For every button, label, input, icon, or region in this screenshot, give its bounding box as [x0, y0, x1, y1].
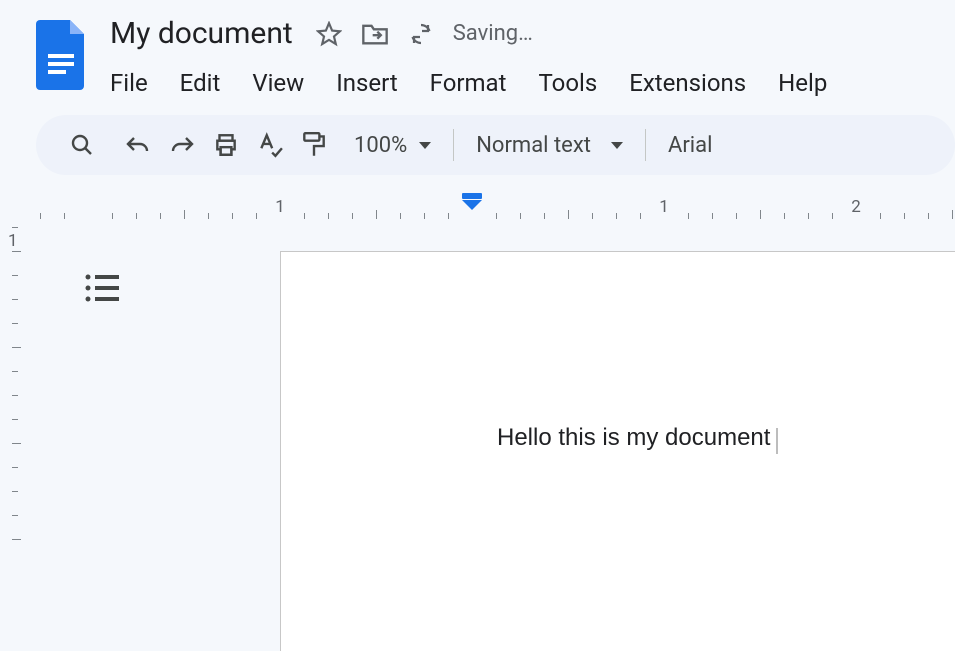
save-status-text: Saving… [453, 21, 533, 46]
menu-view[interactable]: View [236, 63, 320, 103]
search-icon[interactable] [60, 123, 104, 167]
document-page[interactable]: Hello this is my document [280, 251, 955, 651]
toolbar-wrap: 100% Normal text Arial [0, 103, 955, 175]
toolbar: 100% Normal text Arial [36, 115, 955, 175]
ruler-area: // placeholder; ticks generated below vi… [0, 193, 955, 651]
page-outer: Hello this is my document [40, 223, 955, 651]
menu-extensions[interactable]: Extensions [613, 63, 762, 103]
zoom-label: 100% [354, 133, 407, 158]
document-outline-icon[interactable] [84, 273, 120, 303]
font-family-dropdown[interactable]: Arial [660, 133, 720, 158]
title-area: My document Saving… File Edit View Inser… [106, 14, 843, 103]
document-body-text[interactable]: Hello this is my document [497, 424, 770, 451]
chevron-down-icon [611, 142, 623, 149]
menu-edit[interactable]: Edit [164, 63, 237, 103]
toolbar-separator [645, 129, 646, 161]
menu-insert[interactable]: Insert [320, 63, 413, 103]
print-icon[interactable] [204, 123, 248, 167]
undo-icon[interactable] [116, 123, 160, 167]
paragraph-style-label: Normal text [476, 133, 591, 158]
chevron-down-icon [419, 142, 431, 149]
paragraph-style-dropdown[interactable]: Normal text [468, 133, 631, 158]
menubar: File Edit View Insert Format Tools Exten… [106, 63, 843, 103]
title-row: My document Saving… [106, 14, 843, 53]
header: My document Saving… File Edit View Inser… [0, 0, 955, 103]
menu-format[interactable]: Format [414, 63, 523, 103]
paint-format-icon[interactable] [292, 123, 336, 167]
indent-marker[interactable] [462, 193, 482, 210]
vertical-ruler[interactable]: 1 [0, 223, 40, 651]
document-title-input[interactable]: My document [106, 14, 297, 53]
star-icon[interactable] [315, 20, 343, 48]
toolbar-separator [453, 129, 454, 161]
zoom-dropdown[interactable]: 100% [346, 133, 439, 158]
horizontal-ruler[interactable]: // placeholder; ticks generated below vi… [40, 193, 955, 219]
menu-tools[interactable]: Tools [522, 63, 613, 103]
redo-icon[interactable] [160, 123, 204, 167]
docs-logo[interactable] [36, 20, 88, 90]
text-cursor [776, 428, 778, 454]
menu-file[interactable]: File [106, 63, 164, 103]
font-family-label: Arial [668, 133, 712, 158]
canvas-area: 1 Hello this is my document [0, 223, 955, 651]
move-folder-icon[interactable] [361, 20, 389, 48]
menu-help[interactable]: Help [762, 63, 843, 103]
sync-icon[interactable] [407, 20, 435, 48]
spellcheck-icon[interactable] [248, 123, 292, 167]
